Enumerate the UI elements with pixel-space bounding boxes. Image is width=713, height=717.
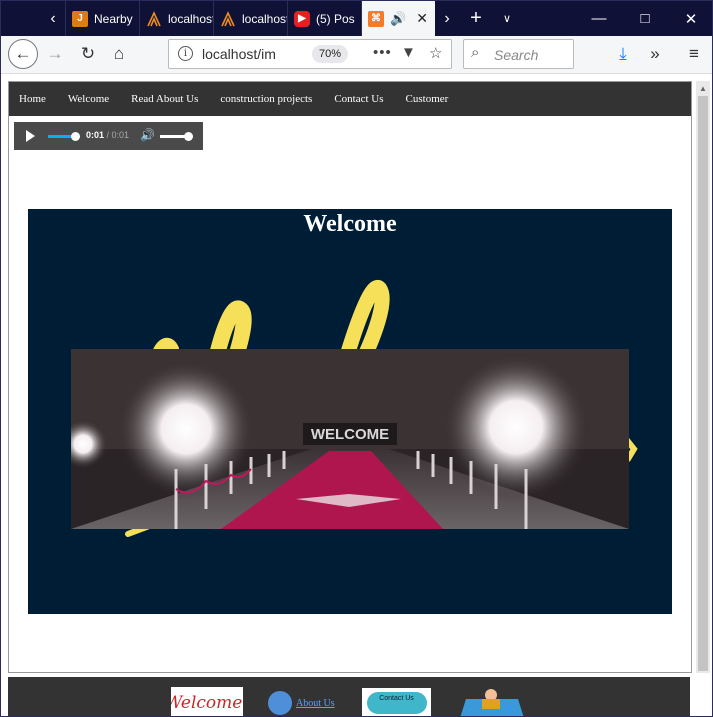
welcome-hero: Welcome WELCOME	[28, 209, 672, 614]
people-icon	[268, 691, 292, 715]
url-bar[interactable]: i localhost/im 70% ••• ▼ ☆	[168, 39, 452, 69]
footer-welcome-badge[interactable]: Welcome!	[171, 687, 243, 716]
reload-icon[interactable]: ↻	[77, 43, 99, 65]
bookmark-star-icon[interactable]: ☆	[429, 44, 442, 62]
tabs-scroll-left-icon[interactable]: ‹	[41, 1, 65, 36]
volume-handle[interactable]	[184, 132, 193, 141]
play-icon[interactable]	[26, 130, 35, 142]
audio-time: 0:01 / 0:01	[86, 130, 129, 140]
menu-item-customer[interactable]: Customer	[406, 93, 449, 105]
overflow-chevron-icon[interactable]: »	[644, 43, 666, 65]
audio-current-time: 0:01	[86, 130, 105, 140]
tabs-scroll-right-icon[interactable]: ›	[435, 1, 459, 36]
audio-duration: / 0:01	[106, 130, 130, 140]
contact-us-pill: Contact Us	[366, 692, 427, 714]
volume-icon[interactable]: 🔊	[140, 128, 155, 142]
speaker-icon[interactable]: 🔊	[390, 11, 406, 27]
video-welcome-text: WELCOME	[311, 426, 389, 443]
page-container: Home Welcome Read About Us construction …	[8, 81, 692, 673]
tab-nearby[interactable]: J Nearby	[65, 1, 139, 36]
site-menu: Home Welcome Read About Us construction …	[9, 82, 691, 116]
menu-hamburger-icon[interactable]: ≡	[683, 43, 705, 65]
tab-list-chevron-down-icon[interactable]: ∨	[493, 1, 521, 36]
j-favicon-icon: J	[72, 10, 88, 27]
search-icon: ⌕	[471, 44, 480, 61]
customer-folder-icon[interactable]	[458, 687, 524, 716]
scroll-thumb[interactable]	[698, 96, 708, 671]
menu-item-read-about-us[interactable]: Read About Us	[131, 93, 198, 105]
browser-window: ‹ J Nearby localhost localhost ▶ (5) Pos…	[0, 0, 713, 717]
xampp-favicon-icon	[220, 10, 236, 27]
tab-label: localhost	[242, 11, 287, 26]
menu-item-contact-us[interactable]: Contact Us	[334, 93, 383, 105]
tab-label: Nearby	[94, 11, 133, 26]
url-text[interactable]: localhost/im	[202, 46, 276, 62]
scroll-up-icon[interactable]: ▲	[696, 81, 710, 95]
tab-localhost-2[interactable]: localhost	[213, 1, 287, 36]
tab-label: (5) Pos	[316, 11, 355, 26]
footer-about-us[interactable]: About Us	[268, 691, 335, 715]
minimize-icon[interactable]: —	[576, 1, 622, 36]
search-placeholder: Search	[494, 47, 539, 63]
tabbar-drag-space	[521, 1, 576, 36]
tab-localhost-1[interactable]: localhost	[139, 1, 213, 36]
audio-player: 0:01 / 0:01 🔊	[14, 122, 203, 150]
tab-youtube[interactable]: ▶ (5) Pos	[287, 1, 361, 36]
back-button[interactable]: ←	[8, 39, 38, 69]
new-tab-icon[interactable]: +	[459, 1, 493, 36]
home-icon[interactable]: ⌂	[108, 43, 130, 65]
xampp-orange-favicon-icon: ⌘	[368, 10, 384, 27]
page-viewport: Home Welcome Read About Us construction …	[1, 74, 712, 716]
youtube-favicon-icon: ▶	[294, 10, 310, 27]
welcome-video[interactable]: WELCOME	[71, 349, 629, 529]
forward-button[interactable]: →	[44, 43, 66, 65]
page-actions-icon[interactable]: •••	[373, 44, 392, 61]
menu-item-construction-projects[interactable]: construction projects	[220, 93, 312, 105]
menu-item-welcome[interactable]: Welcome	[68, 93, 109, 105]
tab-active[interactable]: ⌘ 🔊 ✕	[361, 1, 435, 36]
site-footer: Welcome! About Us Contact Us	[8, 677, 690, 716]
search-box[interactable]: ⌕ Search	[463, 39, 574, 69]
close-window-icon[interactable]: ✕	[668, 1, 712, 36]
video-frame: WELCOME	[71, 349, 629, 529]
vertical-scrollbar[interactable]: ▲	[696, 81, 710, 673]
xampp-favicon-icon	[146, 10, 162, 27]
welcome-badge-text: Welcome!	[171, 692, 243, 713]
navigation-toolbar: ← → ↻ ⌂ i localhost/im 70% ••• ▼ ☆ ⌕ Sea…	[1, 36, 712, 74]
tabbar-spacer	[1, 1, 41, 36]
close-tab-icon[interactable]: ✕	[416, 10, 428, 27]
menu-item-home[interactable]: Home	[19, 93, 46, 105]
maximize-icon[interactable]: □	[622, 1, 668, 36]
audio-seek-handle[interactable]	[71, 132, 80, 141]
tab-bar: ‹ J Nearby localhost localhost ▶ (5) Pos…	[1, 1, 712, 36]
pocket-icon[interactable]: ▼	[401, 44, 416, 61]
zoom-level[interactable]: 70%	[312, 45, 348, 63]
downloads-icon[interactable]: ⤓	[612, 43, 634, 65]
tab-label: localhost	[168, 11, 213, 26]
about-us-link[interactable]: About Us	[296, 698, 335, 709]
info-icon[interactable]: i	[178, 46, 193, 61]
footer-contact-badge[interactable]: Contact Us	[362, 688, 431, 716]
